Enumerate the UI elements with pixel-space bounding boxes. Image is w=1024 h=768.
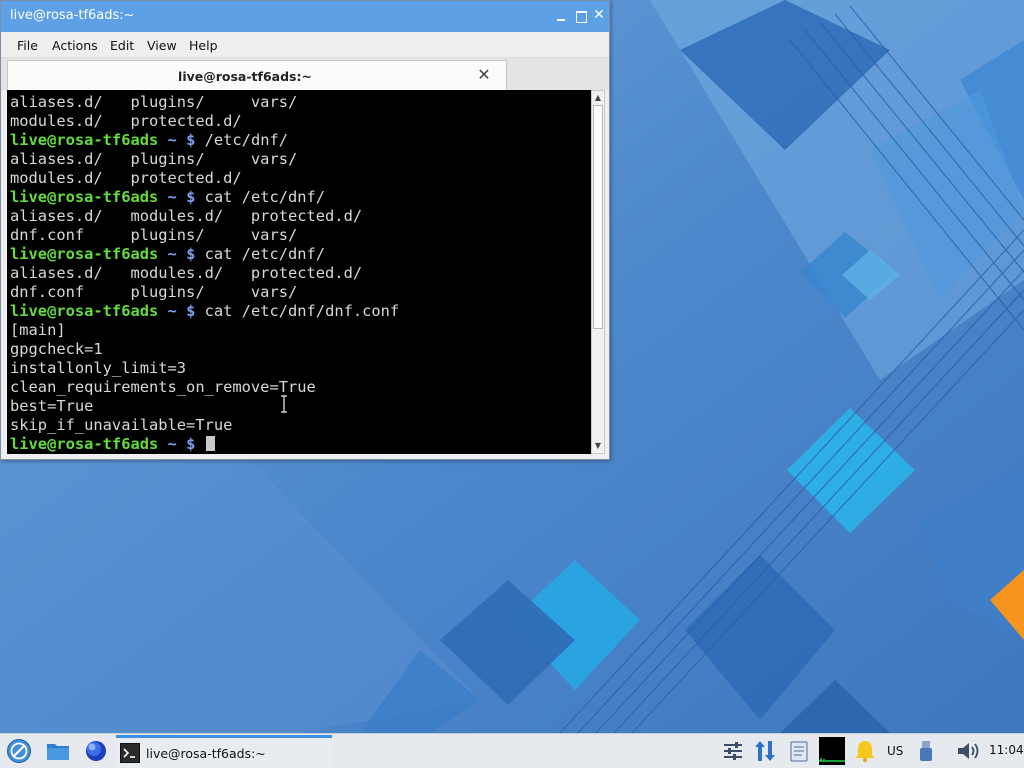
prompt-symbol: ~ $ xyxy=(158,302,205,320)
output-text: aliases.d/ modules.d/ protected.d/ xyxy=(10,264,363,282)
terminal-output-line: aliases.d/ modules.d/ protected.d/ xyxy=(10,264,399,283)
terminal-prompt-line: live@rosa-tf6ads ~ $ xyxy=(10,435,399,454)
prompt-symbol: ~ $ xyxy=(158,245,205,263)
terminal-prompt-line: live@rosa-tf6ads ~ $ cat /etc/dnf/ xyxy=(10,188,399,207)
taskbar: live@rosa-tf6ads:~ US 11:04 xyxy=(0,733,1024,768)
menu-view[interactable]: View xyxy=(147,38,177,53)
prompt-user: live@rosa-tf6ads xyxy=(10,188,159,206)
terminal-output-line: skip_if_unavailable=True xyxy=(10,416,399,435)
terminal-output-line: best=True xyxy=(10,397,399,416)
file-manager-icon[interactable] xyxy=(45,738,71,764)
output-text: clean_requirements_on_remove=True xyxy=(10,378,316,396)
terminal-prompt-line: live@rosa-tf6ads ~ $ /etc/dnf/ xyxy=(10,131,399,150)
terminal-window[interactable]: live@rosa-tf6ads:~ ✕ File Actions Edit V… xyxy=(0,0,610,460)
notifications-icon[interactable] xyxy=(852,738,878,764)
window-title: live@rosa-tf6ads:~ xyxy=(10,8,135,23)
command-text: cat /etc/dnf/dnf.conf xyxy=(204,302,400,320)
prompt-symbol: ~ $ xyxy=(158,188,205,206)
prompt-user: live@rosa-tf6ads xyxy=(10,435,159,453)
ibeam-cursor-icon xyxy=(281,395,287,413)
terminal-output-line: dnf.conf plugins/ vars/ xyxy=(10,283,399,302)
output-text: installonly_limit=3 xyxy=(10,359,187,377)
prompt-user: live@rosa-tf6ads xyxy=(10,302,159,320)
terminal-output-line: aliases.d/ plugins/ vars/ xyxy=(10,93,399,112)
output-text: dnf.conf plugins/ vars/ xyxy=(10,283,298,301)
terminal-output-line: clean_requirements_on_remove=True xyxy=(10,378,399,397)
tab-label: live@rosa-tf6ads:~ xyxy=(178,69,312,84)
output-text: [main] xyxy=(10,321,66,339)
terminal-output-line: modules.d/ protected.d/ xyxy=(10,169,399,188)
output-text: dnf.conf plugins/ vars/ xyxy=(10,226,298,244)
terminal-scrollbar[interactable]: ▲ ▼ xyxy=(591,90,605,454)
menubar: File Actions Edit View Help xyxy=(1,32,609,58)
output-text: best=True xyxy=(10,397,94,415)
maximize-button[interactable] xyxy=(575,10,587,23)
terminal-output-line: aliases.d/ plugins/ vars/ xyxy=(10,150,399,169)
mixer-icon[interactable] xyxy=(720,738,746,764)
volume-icon[interactable] xyxy=(955,738,981,764)
scroll-down-icon[interactable]: ▼ xyxy=(592,440,604,452)
terminal-output-line: dnf.conf plugins/ vars/ xyxy=(10,226,399,245)
command-text: cat /etc/dnf/ xyxy=(204,188,326,206)
prompt-symbol: ~ $ xyxy=(158,435,205,453)
output-text: modules.d/ protected.d/ xyxy=(10,169,242,187)
close-button[interactable]: ✕ xyxy=(593,8,605,22)
command-text: cat /etc/dnf/ xyxy=(204,245,326,263)
menu-edit[interactable]: Edit xyxy=(110,38,134,53)
prompt-user: live@rosa-tf6ads xyxy=(10,245,159,263)
output-text: aliases.d/ modules.d/ protected.d/ xyxy=(10,207,363,225)
output-text: skip_if_unavailable=True xyxy=(10,416,233,434)
tab-close-icon[interactable]: ✕ xyxy=(476,67,492,83)
output-text: aliases.d/ plugins/ vars/ xyxy=(10,93,298,111)
task-label: live@rosa-tf6ads:~ xyxy=(146,746,266,761)
network-icon[interactable] xyxy=(752,738,778,764)
menu-help[interactable]: Help xyxy=(189,38,218,53)
terminal-output[interactable]: aliases.d/ plugins/ vars/modules.d/ prot… xyxy=(7,90,591,454)
usb-icon[interactable] xyxy=(916,738,936,764)
terminal-output-line: installonly_limit=3 xyxy=(10,359,399,378)
minimize-button[interactable] xyxy=(555,10,567,22)
menu-actions[interactable]: Actions xyxy=(52,38,98,53)
tab-terminal[interactable]: live@rosa-tf6ads:~ ✕ xyxy=(7,60,507,90)
prompt-user: live@rosa-tf6ads xyxy=(10,131,159,149)
text-cursor xyxy=(205,436,215,451)
clipboard-icon[interactable] xyxy=(786,738,812,764)
prompt-symbol: ~ $ xyxy=(158,131,205,149)
keyboard-layout-indicator[interactable]: US xyxy=(887,744,903,758)
output-text: gpgcheck=1 xyxy=(10,340,103,358)
browser-icon[interactable] xyxy=(83,738,109,764)
terminal-output-line: gpgcheck=1 xyxy=(10,340,399,359)
terminal-prompt-line: live@rosa-tf6ads ~ $ cat /etc/dnf/dnf.co… xyxy=(10,302,399,321)
terminal-lines: aliases.d/ plugins/ vars/modules.d/ prot… xyxy=(10,93,399,454)
scrollbar-thumb[interactable] xyxy=(593,105,603,329)
window-titlebar[interactable]: live@rosa-tf6ads:~ ✕ xyxy=(1,1,609,32)
terminal-output-line: aliases.d/ modules.d/ protected.d/ xyxy=(10,207,399,226)
scroll-up-icon[interactable]: ▲ xyxy=(592,92,604,104)
output-text: aliases.d/ plugins/ vars/ xyxy=(10,150,298,168)
system-monitor-icon[interactable] xyxy=(819,737,845,765)
rosa-menu-icon[interactable] xyxy=(6,738,32,764)
task-terminal-button[interactable]: live@rosa-tf6ads:~ xyxy=(116,735,332,767)
tab-bar: live@rosa-tf6ads:~ ✕ xyxy=(1,58,609,90)
clock[interactable]: 11:04 xyxy=(989,743,1024,757)
terminal-prompt-line: live@rosa-tf6ads ~ $ cat /etc/dnf/ xyxy=(10,245,399,264)
terminal-icon xyxy=(120,743,140,763)
command-text: /etc/dnf/ xyxy=(204,131,289,149)
menu-file[interactable]: File xyxy=(17,38,38,53)
output-text: modules.d/ protected.d/ xyxy=(10,112,242,130)
terminal-output-line: [main] xyxy=(10,321,399,340)
terminal-output-line: modules.d/ protected.d/ xyxy=(10,112,399,131)
